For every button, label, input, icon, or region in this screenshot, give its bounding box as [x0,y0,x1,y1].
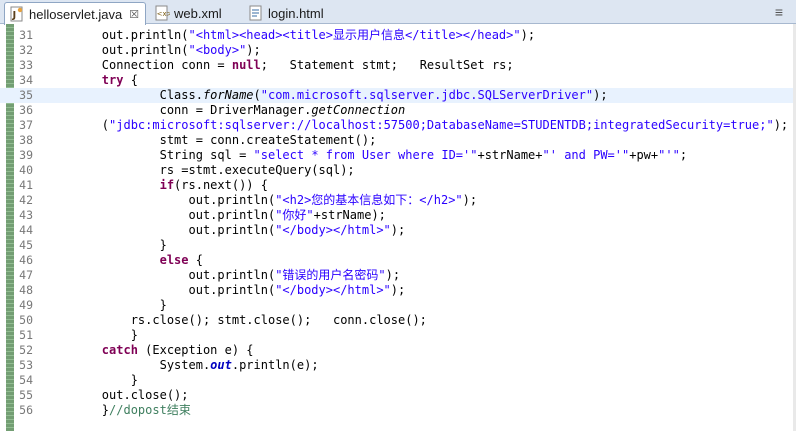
code-line[interactable]: 55 out.close(); [0,388,796,403]
tab-helloservlet-java[interactable]: J helloservlet.java ☒ [4,2,146,25]
code-line[interactable]: 35 Class.forName("com.microsoft.sqlserve… [0,88,796,103]
line-number: 42 [19,193,33,207]
code-line[interactable]: 38 stmt = conn.createStatement(); [0,133,796,148]
code-line[interactable]: 44 out.println("</body></html>"); [0,223,796,238]
svg-text:<x>: <x> [157,10,170,18]
line-number: 51 [19,328,33,342]
line-number: 49 [19,298,33,312]
code-text: out.println("你好"+strName); [44,208,386,222]
code-text: out.println("</body></html>"); [44,283,406,297]
code-text: else { [159,253,203,267]
code-line[interactable]: 53 System.out.println(e); [0,358,796,373]
line-number: 40 [19,163,33,177]
code-line[interactable]: 41 if(rs.next()) { [0,178,796,193]
line-number: 45 [19,238,33,252]
code-text: out.println("</body></html>"); [44,223,406,237]
xml-file-icon: <x> [155,5,170,21]
tab-label: web.xml [174,5,222,21]
code-text: out.println("<body>"); [44,43,261,57]
code-line[interactable]: 40 rs =stmt.executeQuery(sql); [0,163,796,178]
code-line[interactable]: 54 } [0,373,796,388]
line-number: 56 [19,403,33,417]
code-line[interactable]: 33 Connection conn = null; Statement stm… [0,58,796,73]
code-text: String sql = "select * from User where I… [44,148,688,162]
code-line[interactable]: 32 out.println("<body>"); [0,43,796,58]
code-text: out.close(); [44,388,189,402]
code-text: out.println("错误的用户名密码"); [44,268,401,282]
code-line[interactable]: 50 rs.close(); stmt.close(); conn.close(… [0,313,796,328]
code-text: rs.close(); stmt.close(); conn.close(); [44,313,427,327]
code-line[interactable]: 49 } [0,298,796,313]
line-number: 35 [19,88,33,102]
code-line[interactable]: 34 try { [0,73,796,88]
code-line[interactable]: 45 } [0,238,796,253]
line-number: 39 [19,148,33,162]
line-number: 54 [19,373,33,387]
code-line[interactable]: 52 catch (Exception e) { [0,343,796,358]
code-text: if(rs.next()) { [159,178,268,192]
code-text: conn = DriverManager.getConnection [44,103,406,117]
line-number: 31 [19,28,33,42]
html-file-icon [249,5,262,21]
java-file-icon: J [10,6,23,22]
code-line[interactable]: 47 out.println("错误的用户名密码"); [0,268,796,283]
code-line[interactable]: 36 conn = DriverManager.getConnection [0,103,796,118]
code-line[interactable]: 43 out.println("你好"+strName); [0,208,796,223]
code-line[interactable]: 46 else { [0,253,796,268]
code-text: ("jdbc:microsoft:sqlserver://localhost:5… [44,118,789,132]
tab-label: login.html [268,5,324,21]
line-number: 52 [19,343,33,357]
code-text: out.println("<h2>您的基本信息如下：</h2>"); [44,193,478,207]
code-line[interactable]: 42 out.println("<h2>您的基本信息如下：</h2>"); [0,193,796,208]
line-number: 32 [19,43,33,57]
line-number: 53 [19,358,33,372]
line-number: 38 [19,133,33,147]
code-editor[interactable]: 31 out.println("<html><head><title>显示用户信… [0,24,796,431]
tab-label: helloservlet.java [29,6,123,22]
line-number: 48 [19,283,33,297]
code-text: System.out.println(e); [44,358,319,372]
line-number: 50 [19,313,33,327]
code-text: } [44,328,138,342]
line-number: 36 [19,103,33,117]
svg-text:J: J [12,10,17,21]
code-line[interactable]: 48 out.println("</body></html>"); [0,283,796,298]
code-text: } [44,298,167,312]
code-line[interactable]: 39 String sql = "select * from User wher… [0,148,796,163]
code-lines: 31 out.println("<html><head><title>显示用户信… [0,28,796,418]
code-line[interactable]: 51 } [0,328,796,343]
code-text: stmt = conn.createStatement(); [44,133,377,147]
tab-login-html[interactable]: login.html [244,2,360,24]
line-number: 33 [19,58,33,72]
code-text: } [44,373,138,387]
code-line[interactable]: 56 }//dopost结束 [0,403,796,418]
line-number: 55 [19,388,33,402]
code-text: out.println("<html><head><title>显示用户信息</… [44,28,536,42]
tab-web-xml[interactable]: <x> web.xml [150,2,240,24]
line-number: 47 [19,268,33,282]
line-number: 41 [19,178,33,192]
line-number: 34 [19,73,33,87]
close-tab-icon[interactable]: ☒ [129,8,139,21]
view-menu-icon[interactable]: ≡ [768,3,790,20]
code-line[interactable]: 37 ("jdbc:microsoft:sqlserver://localhos… [0,118,796,133]
code-line[interactable]: 31 out.println("<html><head><title>显示用户信… [0,28,796,43]
code-text: rs =stmt.executeQuery(sql); [44,163,355,177]
code-text: Class.forName("com.microsoft.sqlserver.j… [44,88,608,102]
editor-tab-bar: J helloservlet.java ☒ <x> web.xml login.… [0,0,796,25]
line-number: 44 [19,223,33,237]
code-text: }//dopost结束 [44,403,191,417]
line-number: 43 [19,208,33,222]
code-text: } [44,238,167,252]
code-text: try { [101,73,138,87]
code-text: catch (Exception e) { [101,343,254,357]
code-text: Connection conn = null; Statement stmt; … [44,58,514,72]
line-number: 46 [19,253,33,267]
line-number: 37 [19,118,33,132]
